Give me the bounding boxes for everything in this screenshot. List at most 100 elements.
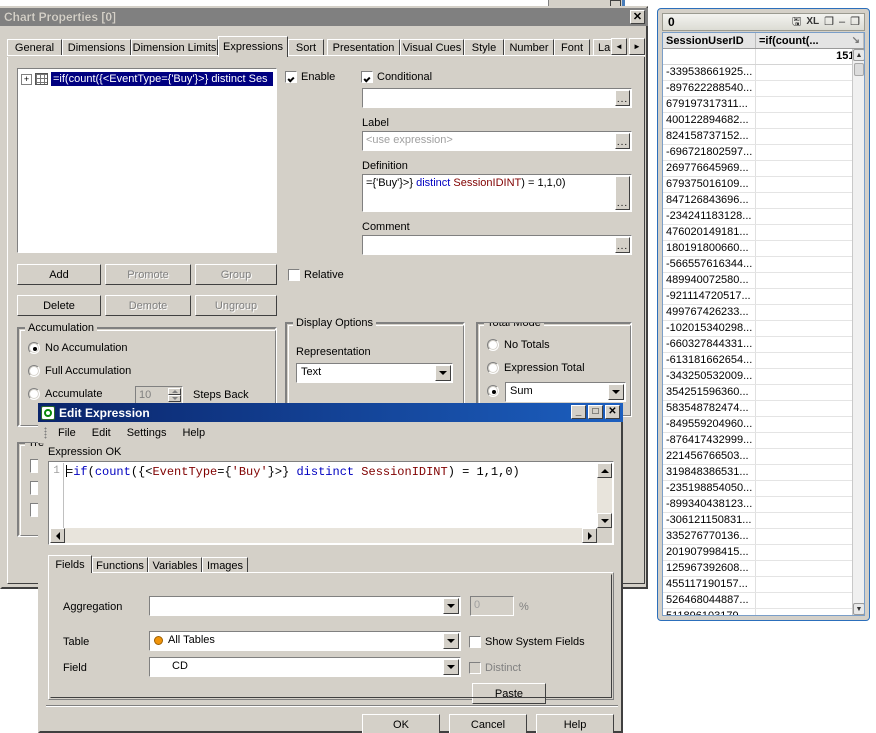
editor-vertical-scrollbar[interactable] [597, 463, 612, 528]
comment-ellipsis-button[interactable]: ... [615, 237, 630, 253]
cell-expression-value[interactable]: 1 [756, 497, 864, 512]
scroll-left-icon[interactable] [50, 528, 65, 543]
cell-sessionuserid[interactable]: 125967392608... [663, 561, 756, 576]
table-row[interactable]: -343250532009...1 [663, 369, 864, 385]
expression-editor[interactable]: 1 =if(count({<EventType={'Buy'}>} distin… [48, 461, 614, 545]
table-row[interactable]: -339538661925...1 [663, 65, 864, 81]
definition-input[interactable]: ={'Buy'}>} distinct SessionIDINT) = 1,1,… [362, 174, 632, 212]
steps-back-spinner[interactable] [168, 388, 181, 402]
table-row[interactable]: 400122894682...1 [663, 113, 864, 129]
distinct-checkbox-box[interactable] [469, 662, 481, 674]
show-system-fields-box[interactable] [469, 636, 481, 648]
cancel-button[interactable]: Cancel [449, 714, 527, 733]
cell-sessionuserid[interactable]: 221456766503... [663, 449, 756, 464]
sort-indicator-icon[interactable]: ↘ [852, 35, 860, 46]
cell-sessionuserid[interactable]: 824158737152... [663, 129, 756, 144]
table-row[interactable]: 847126843696...1 [663, 193, 864, 209]
minimize-icon[interactable]: – [839, 16, 845, 28]
editor-horizontal-scrollbar[interactable] [50, 528, 597, 543]
cell-expression-value[interactable]: 1 [756, 321, 864, 336]
table-row[interactable]: -613181662654...1 [663, 353, 864, 369]
cell-expression-value[interactable]: 1 [756, 353, 864, 368]
field-combo[interactable]: CD [149, 657, 461, 677]
chart-table-grid[interactable]: SessionUserID =if(count(... ↘ 1511 -3395… [662, 32, 865, 616]
table-row[interactable]: 269776645969...1 [663, 161, 864, 177]
conditional-ellipsis-button[interactable]: ... [615, 90, 630, 106]
tab-variables[interactable]: Variables [148, 557, 202, 573]
column-header-expression[interactable]: =if(count(... ↘ [756, 33, 864, 48]
cell-sessionuserid[interactable]: 180191800660... [663, 241, 756, 256]
radio-full-accumulation-dot[interactable] [28, 365, 40, 377]
table-row[interactable]: 489940072580...1 [663, 273, 864, 289]
table-row[interactable]: 824158737152...1 [663, 129, 864, 145]
conditional-checkbox[interactable]: Conditional [361, 71, 432, 83]
cell-expression-value[interactable]: 1 [756, 561, 864, 576]
minimize-icon[interactable]: _ [571, 405, 586, 419]
menu-help[interactable]: Help [174, 425, 213, 441]
cell-sessionuserid[interactable]: 201907998415... [663, 545, 756, 560]
tab-scroll-left-icon[interactable]: ◄ [611, 38, 627, 55]
cell-expression-value[interactable]: 1 [756, 81, 864, 96]
cell-expression-value[interactable]: 1 [756, 481, 864, 496]
cell-expression-value[interactable]: 1 [756, 193, 864, 208]
cell-expression-value[interactable]: 1 [756, 545, 864, 560]
cell-sessionuserid[interactable]: -566557616344... [663, 257, 756, 272]
cell-sessionuserid[interactable]: -849559204960... [663, 417, 756, 432]
steps-back-input[interactable]: 10 [135, 386, 183, 404]
table-row[interactable]: 221456766503...1 [663, 449, 864, 465]
table-row[interactable]: 499767426233...1 [663, 305, 864, 321]
radio-full-accumulation[interactable]: Full Accumulation [28, 365, 131, 377]
radio-no-totals[interactable]: No Totals [487, 339, 550, 351]
excel-export-icon[interactable]: XL [806, 17, 819, 27]
table-row[interactable]: 476020149181...1 [663, 225, 864, 241]
table-row[interactable]: -921114720517...1 [663, 289, 864, 305]
cell-sessionuserid[interactable]: 489940072580... [663, 273, 756, 288]
tab-fields[interactable]: Fields [48, 555, 92, 573]
table-row[interactable]: -234241183128...1 [663, 209, 864, 225]
menu-file[interactable]: File [50, 425, 84, 441]
radio-expression-total-dot[interactable] [487, 362, 499, 374]
table-row[interactable]: -849559204960...1 [663, 417, 864, 433]
table-row[interactable]: 335276770136...1 [663, 529, 864, 545]
table-row[interactable]: 180191800660...1 [663, 241, 864, 257]
tab-functions[interactable]: Functions [92, 557, 148, 573]
table-row[interactable]: -897622288540...1 [663, 81, 864, 97]
radio-expression-total[interactable]: Expression Total [487, 362, 585, 374]
cell-expression-value[interactable]: 1 [756, 449, 864, 464]
help-button[interactable]: Help [536, 714, 614, 733]
cell-sessionuserid[interactable]: 511896103179... [663, 609, 756, 615]
cell-sessionuserid[interactable]: -897622288540... [663, 81, 756, 96]
maximize-icon[interactable]: □ [588, 405, 603, 419]
scroll-down-icon[interactable]: ▼ [853, 603, 864, 615]
scrollbar-thumb[interactable] [854, 63, 864, 76]
group-button[interactable]: Group [195, 264, 277, 285]
table-row[interactable]: 511896103179...1 [663, 609, 864, 615]
cell-expression-value[interactable]: 1 [756, 593, 864, 608]
cell-sessionuserid[interactable]: -696721802597... [663, 145, 756, 160]
scroll-up-icon[interactable]: ▲ [853, 49, 864, 61]
ok-button[interactable]: OK [362, 714, 440, 733]
table-row[interactable]: 319848386531...1 [663, 465, 864, 481]
menu-settings[interactable]: Settings [119, 425, 175, 441]
menu-edit[interactable]: Edit [84, 425, 119, 441]
cell-sessionuserid[interactable]: -899340438123... [663, 497, 756, 512]
table-row[interactable]: 583548782474...1 [663, 401, 864, 417]
expression-list[interactable]: + =if(count({<EventType={'Buy'}>} distin… [17, 68, 277, 253]
table-row[interactable]: -102015340298...1 [663, 321, 864, 337]
label-input[interactable]: <use expression> ... [362, 131, 632, 151]
table-row[interactable]: -876417432999...1 [663, 433, 864, 449]
conditional-input[interactable]: ... [362, 88, 632, 108]
tab-number[interactable]: Number [504, 39, 554, 56]
cell-expression-value[interactable]: 1 [756, 241, 864, 256]
promote-button[interactable]: Promote [105, 264, 191, 285]
cell-sessionuserid[interactable]: 400122894682... [663, 113, 756, 128]
cell-sessionuserid[interactable]: -921114720517... [663, 289, 756, 304]
cell-expression-value[interactable]: 1 [756, 289, 864, 304]
radio-accumulate[interactable]: Accumulate [28, 388, 102, 400]
column-header-sessionuserid[interactable]: SessionUserID [663, 33, 756, 48]
cell-expression-value[interactable]: 1 [756, 369, 864, 384]
radio-sum-dot[interactable] [487, 385, 499, 397]
chevron-down-icon[interactable] [443, 659, 459, 675]
cell-expression-value[interactable]: 1 [756, 177, 864, 192]
close-icon[interactable]: ✕ [630, 10, 645, 24]
